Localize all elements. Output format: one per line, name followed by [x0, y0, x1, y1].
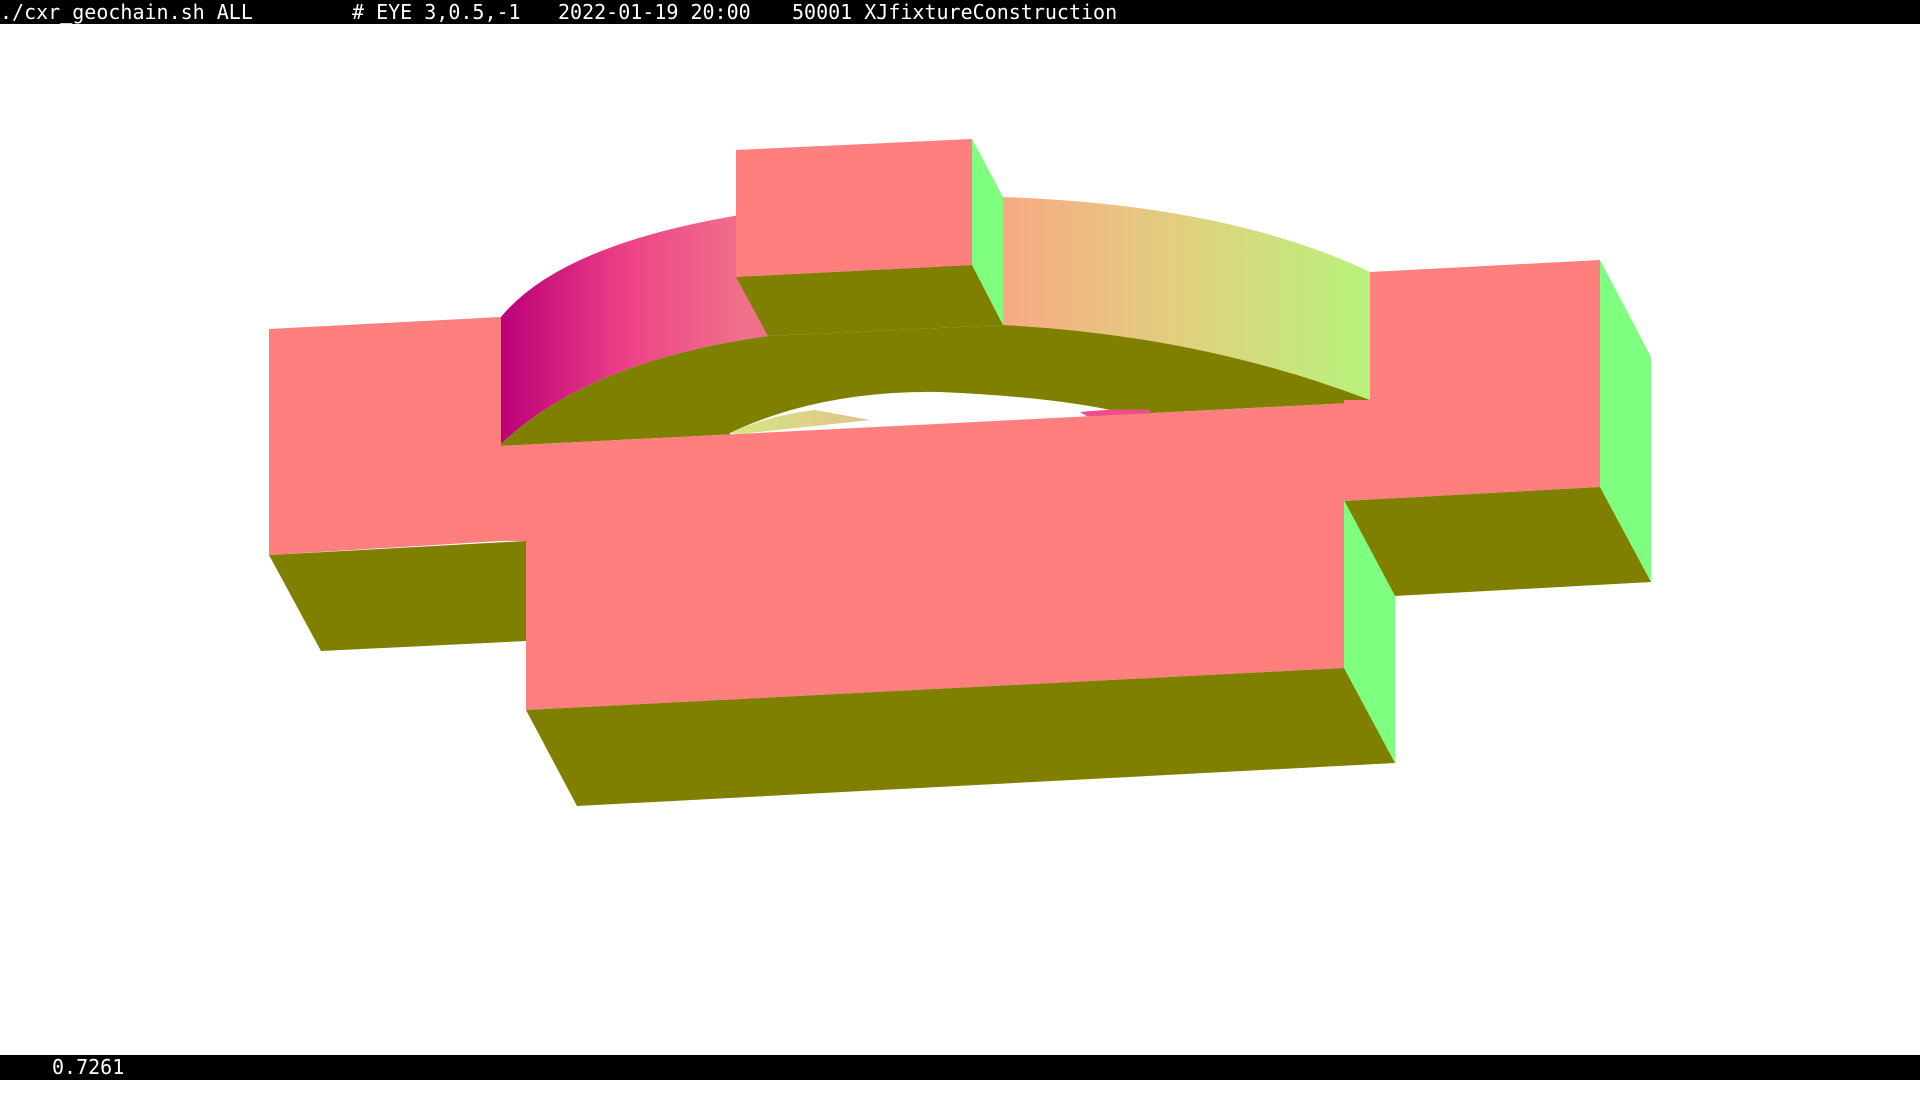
back-block-front	[736, 139, 972, 277]
right-block-front	[1344, 260, 1600, 501]
geometry-render	[269, 139, 1651, 806]
back-block-bottom	[736, 265, 1003, 336]
status-bar: 0.7261	[0, 1055, 1920, 1080]
eye-text: # EYE 3,0.5,-1	[352, 0, 521, 24]
geometry-name-text: 50001 XJfixtureConstruction	[792, 0, 1118, 24]
render-viewport[interactable]	[0, 24, 1920, 1055]
command-text: ./cxr_geochain.sh ALL	[0, 0, 253, 24]
front-block-front	[501, 400, 1370, 710]
left-block-bottom	[269, 541, 526, 651]
left-block-front	[269, 317, 501, 555]
title-bar: ./cxr_geochain.sh ALL # EYE 3,0.5,-1 202…	[0, 0, 1920, 24]
right-block-bottom	[1344, 487, 1651, 596]
status-value: 0.7261	[52, 1055, 125, 1079]
datetime-text: 2022-01-19 20:00	[558, 0, 751, 24]
